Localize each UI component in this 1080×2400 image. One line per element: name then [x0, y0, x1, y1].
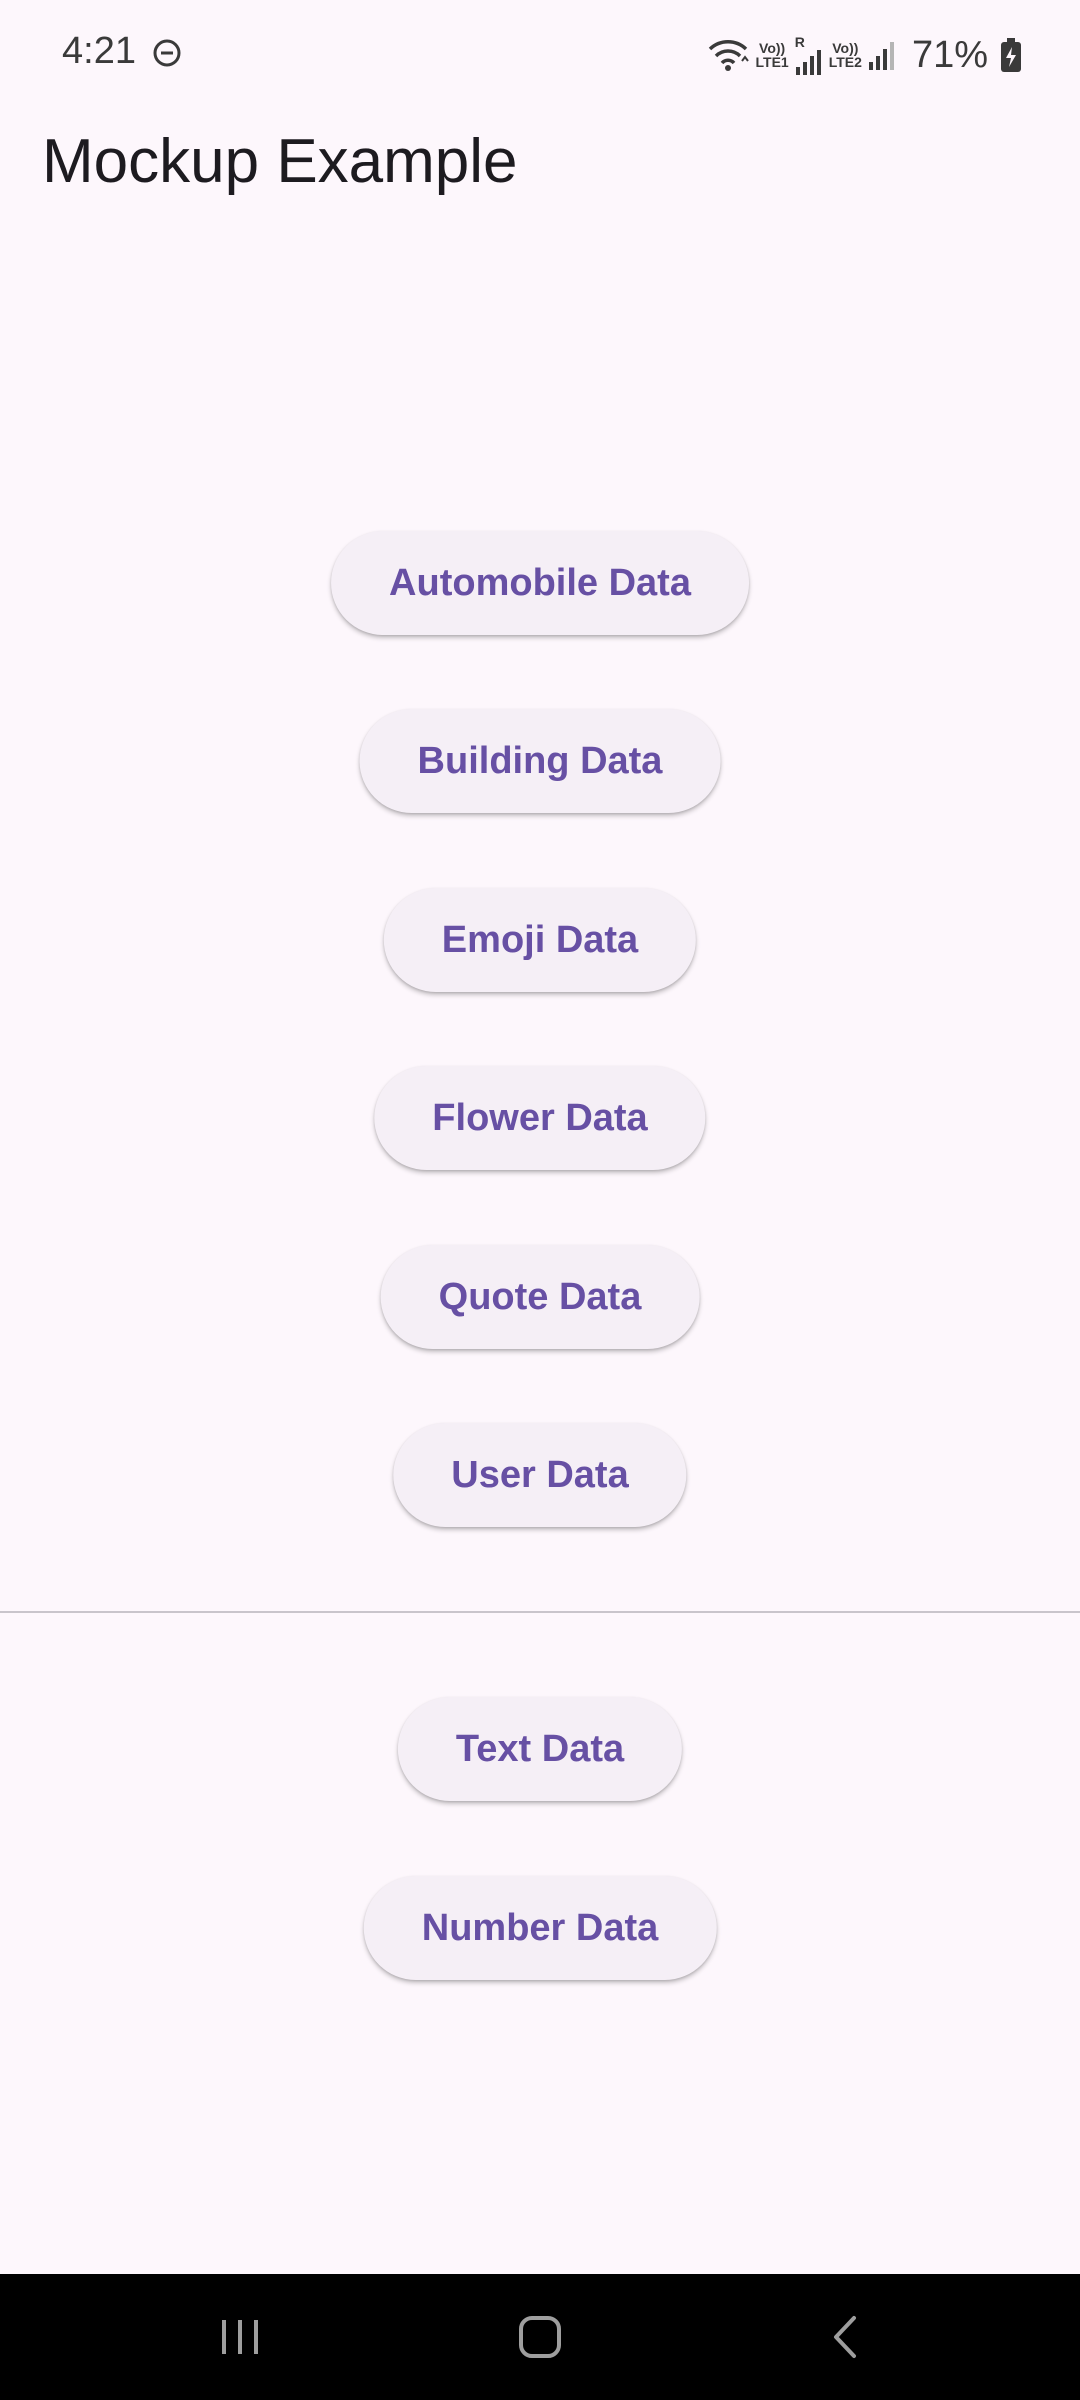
- signal-icon: [868, 42, 894, 70]
- number-data-button[interactable]: Number Data: [363, 1876, 717, 1980]
- roaming-indicator: R: [794, 34, 805, 50]
- navigation-bar: [0, 2274, 1080, 2400]
- battery-percentage: 71%: [911, 33, 988, 76]
- quote-data-button[interactable]: Quote Data: [380, 1245, 700, 1349]
- status-time: 4:21: [62, 30, 136, 72]
- building-data-button[interactable]: Building Data: [359, 709, 721, 813]
- wifi-icon: [708, 40, 749, 71]
- automobile-data-button[interactable]: Automobile Data: [331, 531, 749, 635]
- sim2-label: Vo)) LTE2: [828, 40, 862, 70]
- status-icons: Vo)) LTE1 R Vo)) LTE2 71%: [706, 28, 1022, 82]
- signal-icon: [795, 50, 821, 75]
- home-icon[interactable]: [505, 2302, 575, 2372]
- status-bar: 4:21 Vo)) LTE1 R Vo)) LTE2 71%: [0, 0, 1080, 110]
- do-not-disturb-icon: [153, 39, 181, 67]
- sim1-label: Vo)) LTE1: [755, 40, 789, 70]
- divider: [0, 1611, 1080, 1613]
- sim1-signal: R: [795, 35, 823, 75]
- text-data-button[interactable]: Text Data: [397, 1697, 683, 1801]
- user-data-button[interactable]: User Data: [393, 1423, 687, 1527]
- flower-data-button[interactable]: Flower Data: [374, 1066, 706, 1170]
- battery-charging-icon: [1001, 38, 1021, 72]
- recents-icon[interactable]: [205, 2302, 275, 2372]
- page-title: Mockup Example: [42, 127, 518, 196]
- back-icon[interactable]: [810, 2302, 880, 2372]
- emoji-data-button[interactable]: Emoji Data: [383, 888, 697, 992]
